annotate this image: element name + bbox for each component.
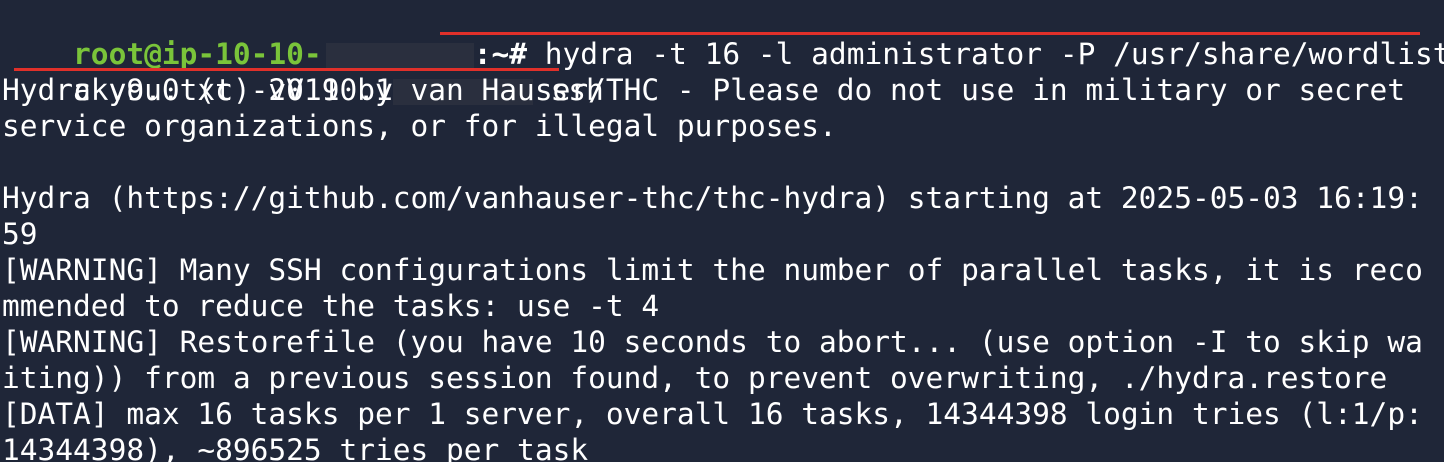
output-line: [WARNING] Many SSH configurations limit … (2, 253, 1423, 287)
output-line: [DATA] max 16 tasks per 1 server, overal… (2, 397, 1423, 431)
output-line: Hydra (https://github.com/vanhauser-thc/… (2, 181, 1423, 215)
annotation-underline-2 (14, 68, 559, 71)
output-line: service organizations, or for illegal pu… (2, 109, 837, 143)
output-line: 14344398), ~896525 tries per task (2, 433, 589, 462)
terminal-window[interactable]: root@ip-10-10-:~# hydra -t 16 -l adminis… (0, 0, 1444, 462)
command-line-1: root@ip-10-10-:~# hydra -t 16 -l adminis… (2, 0, 1444, 71)
output-line: iting)) from a previous session found, t… (2, 361, 1388, 395)
output-line: 59 (2, 217, 38, 251)
annotation-underline-1 (440, 32, 1420, 35)
command-line-2: ckyou.txt -vV 10.1 ssh (2, 36, 604, 107)
output-line: Hydra v9.0 (c) 2019 by van Hauser/THC - … (2, 73, 1406, 107)
output-line: mmended to reduce the tasks: use -t 4 (2, 289, 660, 323)
output-line: [WARNING] Restorefile (you have 10 secon… (2, 325, 1423, 359)
command-text: hydra -t 16 -l administrator -P /usr/sha… (527, 37, 1444, 71)
